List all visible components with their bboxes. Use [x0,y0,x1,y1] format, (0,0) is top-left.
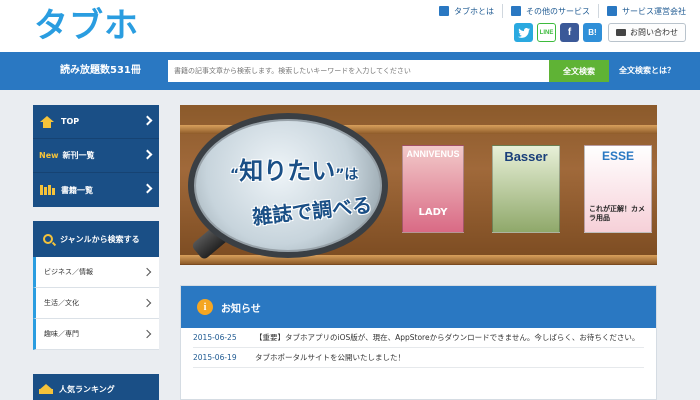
hatena-bookmark-icon[interactable]: B! [583,23,602,42]
genre-item-label: ビジネス／情報 [44,268,93,276]
site-header: タブホ タブホとは その他のサービス サービス運営会社 LINE f B! お問… [0,0,700,52]
top-link-other-services[interactable]: その他のサービス [503,4,599,18]
genre-item-hobby[interactable]: 趣味／専門 [33,319,159,350]
magnifier-lens: “知りたい”は 雑誌で調べる [188,113,388,258]
notice-heading-label: お知らせ [221,303,261,315]
full-text-search-help-link[interactable]: 全文検索とは？ [619,52,675,90]
new-icon: New [39,151,59,160]
notice-date: 2015-06-19 [193,353,237,362]
top-link-company[interactable]: サービス運営会社 [599,4,686,18]
sidebar-item-label: 書籍一覧 [61,185,93,195]
home-icon [39,115,55,129]
magazine-subtext: これが正解！カメラ用品 [589,205,645,222]
line-label: LINE [539,29,554,36]
monitor-icon [511,6,521,16]
hatena-label: B! [588,28,597,37]
hero-banner[interactable]: ANNIVENUS LADY Basser ESSE これが正解！カメラ用品 “… [180,105,657,265]
magazine-cover: Basser [492,145,560,233]
facebook-icon[interactable]: f [560,23,579,42]
top-link-label: サービス運営会社 [622,6,686,16]
headline-suffix: は [344,167,359,183]
info-icon: i [197,299,213,315]
building-icon [607,6,617,16]
chevron-right-icon [142,149,153,160]
top-link-label: その他のサービス [526,6,590,16]
chevron-right-icon [142,298,152,308]
top-links: タブホとは その他のサービス サービス運営会社 [431,4,686,18]
banner-headline: “知りたい”は [230,151,358,186]
search-icon [43,234,53,244]
ranking-heading[interactable]: 人気ランキング [33,374,159,400]
readable-count: 読み放題数531冊 [60,65,141,76]
facebook-label: f [567,27,572,38]
genre-heading: ジャンルから検索する [33,221,159,257]
magazine-title: Basser [504,149,548,164]
contact-label: お問い合わせ [630,28,678,37]
magazine-title: ESSE [601,149,634,163]
chevron-right-icon [142,115,153,126]
sidebar-item-books[interactable]: 書籍一覧 [33,173,159,207]
sidebar-main-nav: TOP New 新刊一覧 書籍一覧 [33,105,159,207]
sidebar-item-label: TOP [61,117,80,126]
banner-subheadline: 雑誌で調べる [251,192,374,230]
tablet-icon [439,6,449,16]
crown-icon [39,384,53,394]
notice-date: 2015-06-25 [193,333,237,342]
site-logo[interactable]: タブホ [34,6,166,46]
notice-text: 【重要】タブホアプリのiOS版が、現在、AppStoreからダウンロードできませ… [255,333,640,342]
notice-heading: i お知らせ [181,286,656,328]
twitter-icon[interactable] [514,23,533,42]
top-link-label: タブホとは [454,6,494,16]
genre-item-label: 生活／文化 [44,299,79,307]
shelf-board [180,255,657,264]
headline-main: 知りたい [239,157,336,185]
books-icon [39,183,55,197]
notice-text: タブホポータルサイトを公開いたしました！ [255,353,405,362]
magazine-subtext: LADY [418,207,448,218]
top-link-about[interactable]: タブホとは [431,4,503,18]
logo-text: タブホ [34,6,139,46]
genre-item-label: 趣味／専門 [44,330,79,338]
magazine-cover: ESSE これが正解！カメラ用品 [584,145,652,233]
full-text-search-button[interactable]: 全文検索 [549,60,609,82]
ranking-heading-label: 人気ランキング [59,384,115,394]
notice-item[interactable]: 2015-06-25 【重要】タブホアプリのiOS版が、現在、AppStoreか… [193,328,644,348]
line-icon[interactable]: LINE [537,23,556,42]
genre-item-lifestyle[interactable]: 生活／文化 [33,288,159,319]
sidebar-item-new-releases[interactable]: New 新刊一覧 [33,139,159,173]
genre-heading-label: ジャンルから検索する [60,234,140,244]
quote-open: “ [230,167,240,183]
search-bar: 読み放題数531冊 全文検索 全文検索とは？ [0,52,700,90]
social-buttons: LINE f B! お問い合わせ [514,23,686,42]
sidebar-genre-section: ジャンルから検索する ビジネス／情報 生活／文化 趣味／専門 [33,221,159,350]
chevron-right-icon [142,329,152,339]
chevron-right-icon [142,183,153,194]
chevron-right-icon [142,267,152,277]
search-input[interactable] [168,60,549,82]
notice-item[interactable]: 2015-06-19 タブホポータルサイトを公開いたしました！ [193,348,644,368]
notice-panel: i お知らせ 2015-06-25 【重要】タブホアプリのiOS版が、現在、Ap… [180,285,657,400]
mail-icon [616,29,626,36]
sidebar-item-label: 新刊一覧 [62,151,95,160]
sidebar-item-top[interactable]: TOP [33,105,159,139]
magazine-title: ANNIVENUS [406,149,460,159]
magazine-cover: ANNIVENUS LADY [402,145,464,233]
genre-item-business[interactable]: ビジネス／情報 [33,257,159,288]
contact-button[interactable]: お問い合わせ [608,23,686,42]
